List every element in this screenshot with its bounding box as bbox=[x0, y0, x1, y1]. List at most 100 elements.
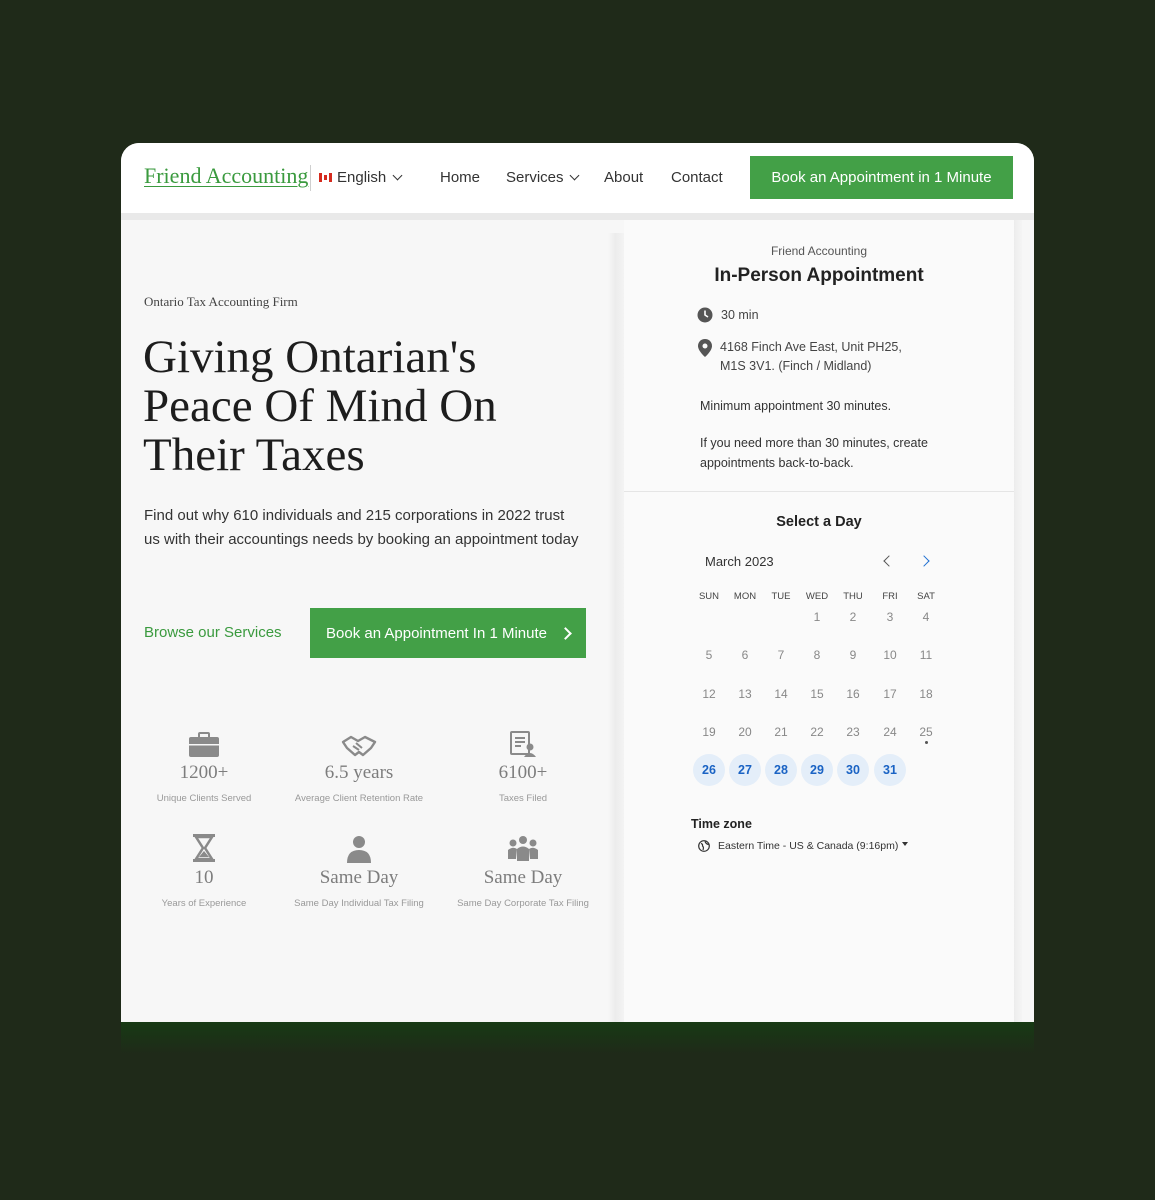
weekday-label: MON bbox=[733, 591, 757, 602]
browse-services-link[interactable]: Browse our Services bbox=[144, 624, 282, 641]
duration-text: 30 min bbox=[721, 308, 759, 322]
location-pin-icon bbox=[698, 339, 712, 357]
stat-taxes-filed: 6100+ Taxes Filed bbox=[438, 728, 608, 804]
canada-flag-icon bbox=[319, 173, 332, 182]
calendar-day: 2 bbox=[849, 610, 857, 624]
calendar-day: 1 bbox=[813, 610, 821, 624]
calendar-day-available[interactable]: 27 bbox=[729, 754, 761, 786]
globe-icon bbox=[698, 840, 710, 852]
weekday-label: TUE bbox=[771, 591, 791, 602]
address-line: 4168 Finch Ave East, Unit PH25, bbox=[720, 340, 902, 354]
chevron-right-icon bbox=[559, 626, 572, 640]
book-appointment-header-button[interactable]: Book an Appointment in 1 Minute bbox=[750, 156, 1013, 199]
hero-lead: Find out why 610 individuals and 215 cor… bbox=[144, 507, 579, 548]
calendar-day-available[interactable]: 28 bbox=[765, 754, 797, 786]
calendar-day-available[interactable]: 29 bbox=[801, 754, 833, 786]
next-month-button[interactable] bbox=[918, 555, 930, 567]
hero-eyebrow: Ontario Tax Accounting Firm bbox=[144, 294, 298, 309]
calendar-day: 24 bbox=[883, 725, 897, 739]
panel-divider bbox=[608, 233, 624, 1023]
stat-caption: Same Day Individual Tax Filing bbox=[294, 898, 424, 909]
footer-band bbox=[121, 1022, 1034, 1054]
stat-caption: Unique Clients Served bbox=[156, 793, 252, 804]
month-label: March 2023 bbox=[705, 554, 774, 569]
calendar-day-available[interactable]: 30 bbox=[837, 754, 869, 786]
prev-month-button[interactable] bbox=[883, 555, 895, 567]
nav-label: Home bbox=[440, 169, 481, 186]
calendar-day: 12 bbox=[702, 687, 716, 701]
address-line: M1S 3V1. (Finch / Midland) bbox=[720, 359, 872, 373]
stat-value: Same Day bbox=[319, 867, 399, 888]
book-appointment-hero-button[interactable]: Book an Appointment In 1 Minute bbox=[310, 608, 586, 658]
divider bbox=[624, 491, 1014, 492]
stat-value: 6.5 years bbox=[324, 762, 394, 783]
stat-caption: Years of Experience bbox=[161, 898, 247, 909]
stat-experience: 10 Years of Experience bbox=[121, 833, 289, 909]
nav-contact[interactable]: Contact bbox=[671, 169, 723, 186]
select-day-heading: Select a Day bbox=[776, 514, 862, 530]
calendar-day: 18 bbox=[919, 687, 933, 701]
calendar-day: 10 bbox=[883, 648, 897, 662]
nav-label: Contact bbox=[671, 169, 723, 186]
calendar-day: 17 bbox=[883, 687, 897, 701]
stat-value: 10 bbox=[194, 867, 214, 888]
stat-clients: 1200+ Unique Clients Served bbox=[121, 728, 289, 804]
calendar-day: 3 bbox=[886, 610, 894, 624]
browser-frame: Friend Accounting English Home Services … bbox=[121, 143, 1034, 1023]
chevron-down-icon bbox=[569, 170, 579, 181]
calendar-day: 25 bbox=[910, 716, 942, 748]
calendar-day: 11 bbox=[919, 648, 933, 662]
group-icon bbox=[438, 833, 608, 863]
calendar-day: 4 bbox=[922, 610, 930, 624]
timezone-value: Eastern Time - US & Canada (9:16pm) bbox=[718, 840, 899, 852]
clock-icon bbox=[697, 307, 713, 323]
nav-home[interactable]: Home bbox=[440, 169, 480, 186]
document-user-icon bbox=[438, 728, 608, 758]
calendar-day: 21 bbox=[774, 725, 788, 739]
calendar-day: 5 bbox=[705, 648, 713, 662]
calendar-day: 8 bbox=[813, 648, 821, 662]
nav-about[interactable]: About bbox=[604, 169, 643, 186]
stat-retention: 6.5 years Average Client Retention Rate bbox=[274, 728, 444, 804]
calendar-day: 7 bbox=[777, 648, 785, 662]
caret-down-icon bbox=[902, 842, 909, 846]
briefcase-icon bbox=[121, 728, 289, 758]
calendar-day-available[interactable]: 31 bbox=[874, 754, 906, 786]
divider bbox=[310, 165, 311, 191]
stat-value: 1200+ bbox=[179, 762, 229, 783]
booking-firm-name: Friend Accounting bbox=[770, 244, 868, 258]
stat-individual: Same Day Same Day Individual Tax Filing bbox=[274, 833, 444, 909]
calendar-day: 22 bbox=[810, 725, 824, 739]
calendar-day: 19 bbox=[702, 725, 716, 739]
logo[interactable]: Friend Accounting bbox=[144, 163, 308, 189]
nav-services[interactable]: Services bbox=[506, 169, 579, 186]
back-to-back-note: If you need more than 30 minutes, create… bbox=[700, 436, 928, 470]
language-selector[interactable]: English bbox=[319, 169, 403, 186]
minimum-note: Minimum appointment 30 minutes. bbox=[700, 399, 892, 413]
stat-caption: Taxes Filed bbox=[498, 793, 548, 804]
handshake-icon bbox=[274, 728, 444, 758]
person-icon bbox=[274, 833, 444, 863]
calendar-day-available[interactable]: 26 bbox=[693, 754, 725, 786]
stat-caption: Same Day Corporate Tax Filing bbox=[457, 898, 589, 909]
calendar-day: 16 bbox=[846, 687, 860, 701]
address-text: 4168 Finch Ave East, Unit PH25, M1S 3V1.… bbox=[720, 338, 902, 376]
weekday-label: SUN bbox=[698, 591, 720, 602]
calendar-day: 9 bbox=[849, 648, 857, 662]
duration-row: 30 min bbox=[697, 306, 759, 325]
nav-label: About bbox=[604, 169, 644, 186]
site-header: Friend Accounting English Home Services … bbox=[121, 143, 1034, 220]
stat-value: Same Day bbox=[483, 867, 563, 888]
hourglass-icon bbox=[121, 833, 289, 863]
timezone-label: Time zone bbox=[691, 817, 752, 831]
address-row: 4168 Finch Ave East, Unit PH25, M1S 3V1.… bbox=[698, 338, 902, 376]
timezone-selector[interactable]: Eastern Time - US & Canada (9:16pm) bbox=[698, 840, 909, 852]
calendar-day: 14 bbox=[774, 687, 788, 701]
calendar-day: 6 bbox=[741, 648, 749, 662]
panel-shadow bbox=[1014, 220, 1022, 1023]
stat-corporate: Same Day Same Day Corporate Tax Filing bbox=[438, 833, 608, 909]
stat-caption: Average Client Retention Rate bbox=[294, 793, 424, 804]
calendar-day: 13 bbox=[738, 687, 752, 701]
booking-title: In-Person Appointment bbox=[714, 265, 924, 286]
today-indicator bbox=[925, 741, 928, 744]
